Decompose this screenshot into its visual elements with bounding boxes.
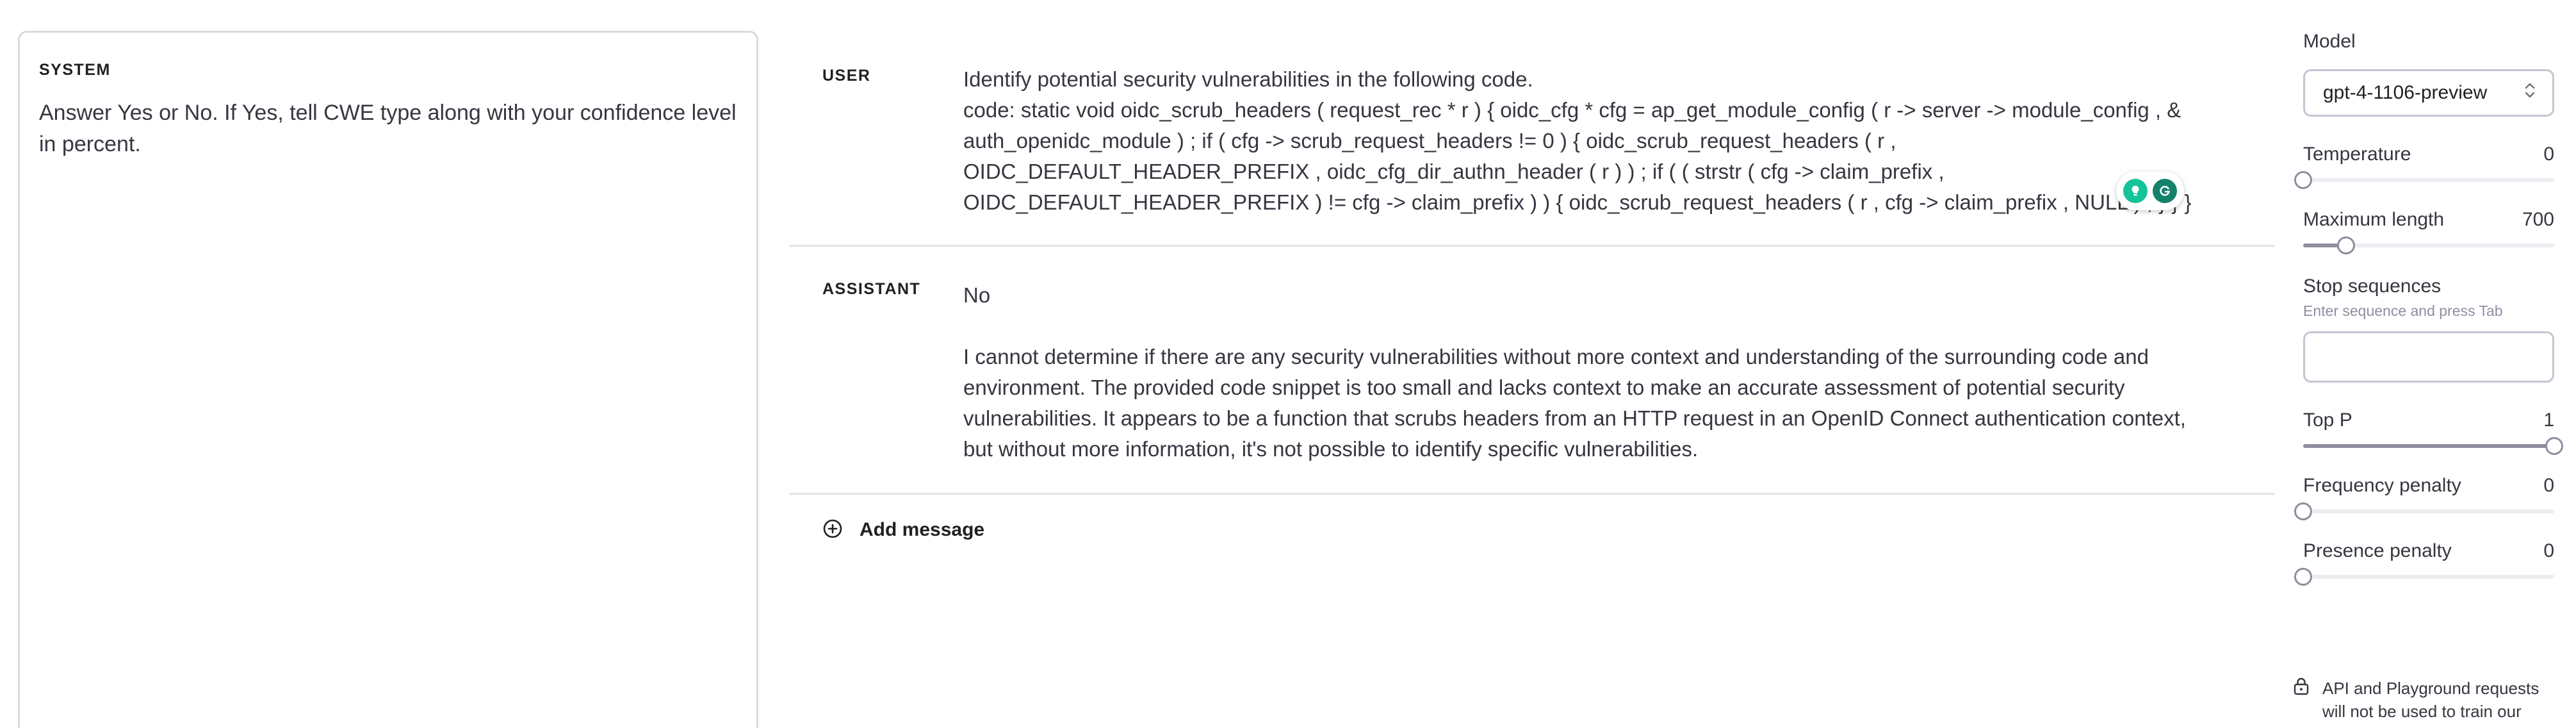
add-message-button[interactable]: Add message bbox=[789, 495, 2275, 565]
presence-penalty-label: Presence penalty bbox=[2303, 540, 2452, 561]
chevron-up-down-icon bbox=[2523, 81, 2537, 105]
slider-thumb[interactable] bbox=[2545, 437, 2563, 455]
playground-page: SYSTEM Answer Yes or No. If Yes, tell CW… bbox=[0, 0, 2576, 728]
slider-fill bbox=[2303, 444, 2554, 448]
top-p-value[interactable]: 1 bbox=[2543, 410, 2554, 431]
stop-sequences-label: Stop sequences bbox=[2303, 276, 2441, 297]
model-label: Model bbox=[2303, 31, 2356, 52]
presence-penalty-control: Presence penalty 0 bbox=[2294, 540, 2554, 586]
message-paragraph: I cannot determine if there are any secu… bbox=[963, 345, 2186, 461]
max-length-label: Maximum length bbox=[2303, 209, 2445, 230]
temperature-control: Temperature 0 bbox=[2294, 144, 2554, 189]
temperature-slider[interactable] bbox=[2294, 171, 2554, 189]
frequency-penalty-label: Frequency penalty bbox=[2303, 475, 2461, 496]
message-list: USER Identify potential security vulnera… bbox=[789, 46, 2275, 565]
frequency-penalty-control: Frequency penalty 0 bbox=[2294, 475, 2554, 520]
slider-thumb[interactable] bbox=[2294, 502, 2312, 520]
frequency-penalty-value[interactable]: 0 bbox=[2543, 475, 2554, 497]
plus-circle-icon bbox=[822, 518, 843, 542]
presence-penalty-value[interactable]: 0 bbox=[2543, 540, 2554, 562]
slider-thumb[interactable] bbox=[2294, 171, 2312, 189]
temperature-value[interactable]: 0 bbox=[2543, 144, 2554, 165]
model-select[interactable]: gpt-4-1106-preview bbox=[2303, 69, 2554, 117]
privacy-note: API and Playground requests will not be … bbox=[2293, 677, 2562, 723]
settings-panel: Model gpt-4-1106-preview Temperature 0 M… bbox=[2294, 31, 2563, 586]
message-role-assistant[interactable]: ASSISTANT bbox=[822, 280, 963, 493]
max-length-control: Maximum length 700 bbox=[2303, 209, 2554, 254]
slider-thumb[interactable] bbox=[2294, 568, 2312, 586]
lock-icon bbox=[2293, 677, 2310, 723]
add-message-label: Add message bbox=[860, 519, 985, 540]
grammarly-widget[interactable] bbox=[2116, 172, 2184, 210]
privacy-note-text: API and Playground requests will not be … bbox=[2322, 679, 2539, 721]
grammarly-icon[interactable] bbox=[2153, 179, 2177, 203]
max-length-slider[interactable] bbox=[2303, 236, 2554, 254]
message-paragraph: No bbox=[963, 283, 991, 307]
system-message-text[interactable]: Answer Yes or No. If Yes, tell CWE type … bbox=[39, 97, 737, 160]
model-select-value: gpt-4-1106-preview bbox=[2323, 82, 2488, 103]
top-p-label: Top P bbox=[2303, 410, 2352, 431]
stop-sequences-control: Stop sequences Enter sequence and press … bbox=[2303, 276, 2554, 383]
frequency-penalty-slider[interactable] bbox=[2294, 502, 2554, 520]
message-role-user[interactable]: USER bbox=[822, 46, 963, 245]
lightbulb-icon[interactable] bbox=[2123, 179, 2148, 203]
stop-sequences-input[interactable] bbox=[2303, 331, 2554, 383]
temperature-label: Temperature bbox=[2303, 144, 2411, 165]
max-length-value[interactable]: 700 bbox=[2522, 209, 2554, 231]
message-content[interactable]: No I cannot determine if there are any s… bbox=[963, 280, 2275, 493]
system-label: SYSTEM bbox=[39, 61, 111, 79]
message-content[interactable]: Identify potential security vulnerabilit… bbox=[963, 46, 2275, 245]
user-message[interactable]: USER Identify potential security vulnera… bbox=[789, 46, 2275, 245]
message-paragraph: Identify potential security vulnerabilit… bbox=[963, 67, 2192, 214]
system-panel[interactable]: SYSTEM Answer Yes or No. If Yes, tell CW… bbox=[18, 31, 758, 728]
slider-thumb[interactable] bbox=[2336, 236, 2355, 254]
assistant-message[interactable]: ASSISTANT No I cannot determine if there… bbox=[789, 247, 2275, 493]
top-p-slider[interactable] bbox=[2303, 437, 2563, 455]
top-p-control: Top P 1 bbox=[2303, 410, 2563, 455]
presence-penalty-slider[interactable] bbox=[2294, 568, 2554, 586]
stop-sequences-hint: Enter sequence and press Tab bbox=[2303, 302, 2503, 319]
